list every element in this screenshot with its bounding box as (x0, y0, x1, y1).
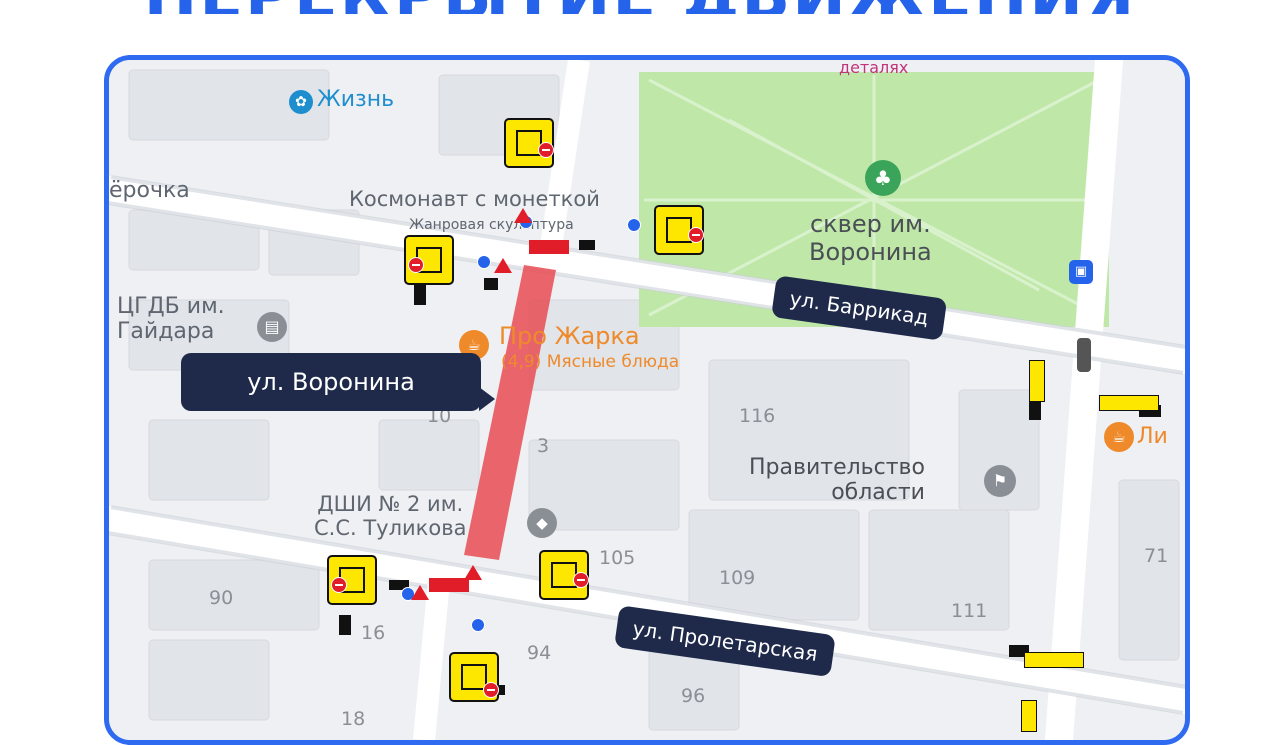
graduation-icon: ◆ (527, 508, 557, 538)
traffic-light-icon (1077, 338, 1091, 372)
poi-prozharka: Про Жарка (499, 322, 640, 350)
street-label-voronina: ул. Воронина (181, 353, 495, 411)
poi-square: сквер им. Воронина (809, 210, 932, 266)
barrier (429, 578, 469, 592)
tree-icon: ♣ (865, 160, 901, 196)
detour-arrow-sign (1099, 395, 1159, 411)
poi-cgdb: ЦГДБ им. Гайдара (117, 294, 225, 344)
title-strip: ПЕРЕКРЫТИЕ ДВИЖЕНИЯ (0, 0, 1280, 14)
poi-detalyah: деталях (839, 58, 909, 77)
road-closure-sign (654, 205, 704, 255)
map-frame: ✿ Жизнь Космонавт с монеткой Жанровая ску… (104, 55, 1190, 745)
book-icon: ▤ (257, 312, 287, 342)
house-number: 18 (341, 708, 366, 730)
flag-icon: ⚑ (984, 465, 1016, 497)
detour-arrow-sign (1021, 700, 1037, 732)
poi-dshi: ДШИ № 2 им. С.С. Туликова (314, 492, 467, 540)
warning-sign (514, 208, 532, 223)
house-number: 3 (537, 435, 550, 457)
house-number: 90 (209, 587, 234, 609)
poi-yorochka: ёрочка (109, 178, 190, 203)
bus-stop-icon: ▣ (1069, 260, 1093, 284)
food-icon: ☕ (1104, 422, 1134, 452)
house-number: 71 (1144, 545, 1169, 567)
poi-government: Правительство области (749, 455, 925, 505)
detour-sign (627, 218, 641, 232)
road-closure-sign (504, 118, 554, 168)
poi-zhizn: ✿ Жизнь (289, 87, 394, 114)
house-number: 116 (739, 405, 776, 427)
house-number: 16 (361, 622, 386, 644)
poi-prozharka-sub: (4,9) Мясные блюда (501, 352, 680, 372)
barrier (529, 240, 569, 254)
house-number: 109 (719, 567, 756, 589)
road-closure-sign (449, 652, 499, 702)
detour-sign (477, 255, 491, 269)
poi-cosmonaut: Космонавт с монеткой (349, 187, 600, 211)
house-number: 94 (527, 642, 552, 664)
poi-li: Ли (1137, 424, 1168, 449)
house-number: 96 (681, 685, 706, 707)
detour-sign (471, 618, 485, 632)
road-closure-sign (404, 235, 454, 285)
road-closure-sign (539, 550, 589, 600)
paw-icon: ✿ (289, 90, 313, 114)
road-closure-sign (327, 555, 377, 605)
poi-sculpture: Жанровая скульптура (409, 217, 574, 233)
warning-sign (494, 258, 512, 273)
page-title: ПЕРЕКРЫТИЕ ДВИЖЕНИЯ (0, 0, 1280, 14)
house-number: 111 (951, 600, 988, 622)
detour-arrow-sign (1029, 360, 1045, 402)
house-number: 105 (599, 547, 636, 569)
detour-arrow-sign (1024, 652, 1084, 668)
warning-sign (411, 585, 429, 600)
